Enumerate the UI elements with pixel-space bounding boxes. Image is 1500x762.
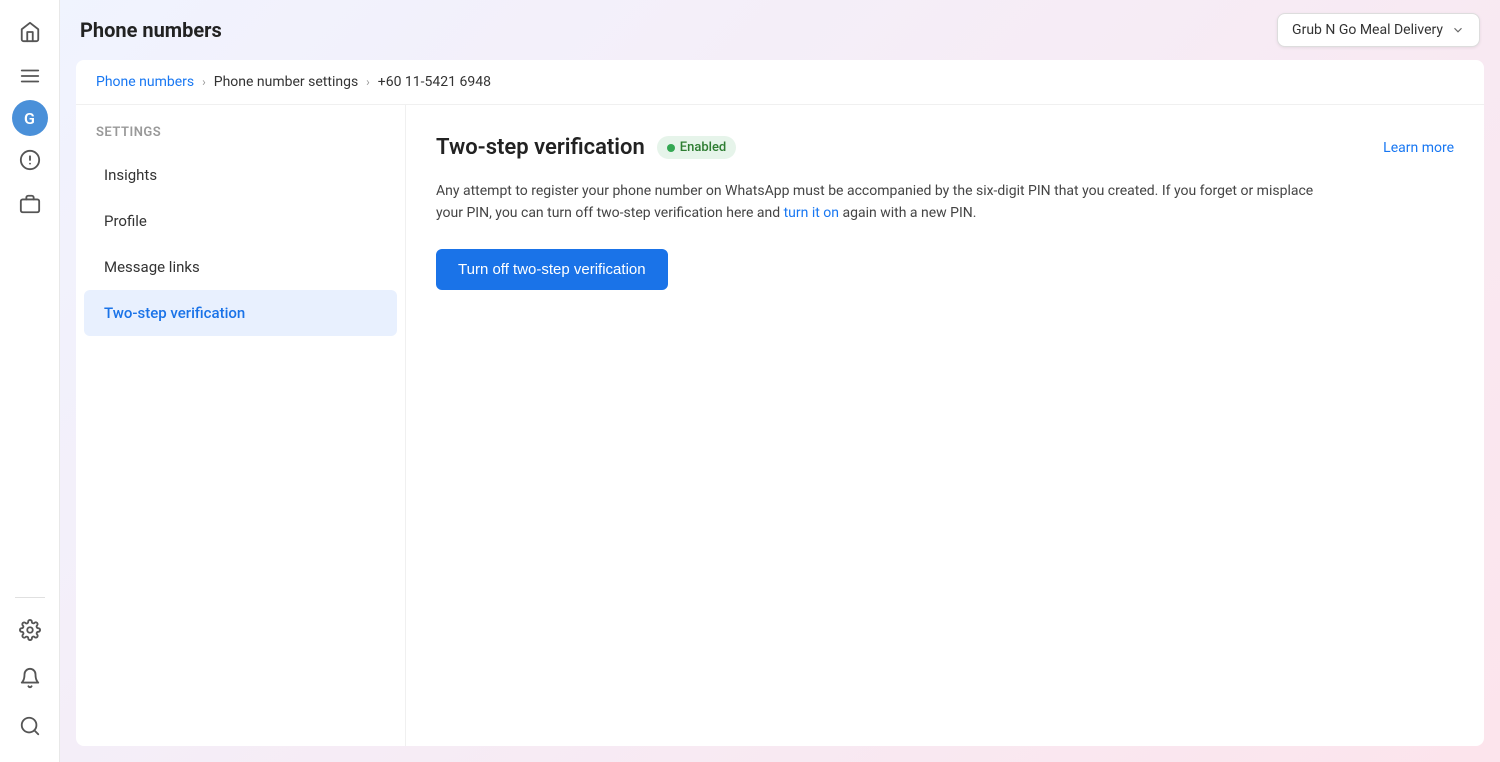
sidebar-item-message-links[interactable]: Message links xyxy=(84,244,397,290)
breadcrumb-phone-number: +60 11-5421 6948 xyxy=(378,74,491,90)
turn-off-button[interactable]: Turn off two-step verification xyxy=(436,249,668,290)
dropdown-arrow-icon xyxy=(1451,23,1465,37)
account-selector[interactable]: Grub N Go Meal Delivery xyxy=(1277,13,1480,47)
breadcrumb-sep-1: › xyxy=(202,75,206,89)
breadcrumb: Phone numbers › Phone number settings › … xyxy=(76,60,1484,105)
menu-icon[interactable] xyxy=(10,56,50,96)
settings-label: Settings xyxy=(76,125,405,152)
home-icon[interactable] xyxy=(10,12,50,52)
enabled-badge-text: Enabled xyxy=(680,140,727,155)
avatar[interactable]: G xyxy=(12,100,48,136)
learn-more-link[interactable]: Learn more xyxy=(1383,140,1454,156)
notifications-icon[interactable] xyxy=(10,658,50,698)
main-area: Phone numbers Grub N Go Meal Delivery Ph… xyxy=(60,0,1500,762)
turn-it-on-link[interactable]: turn it on xyxy=(784,205,839,221)
top-header: Phone numbers Grub N Go Meal Delivery xyxy=(60,0,1500,60)
content-panel: Two-step verification Enabled Learn more… xyxy=(406,105,1484,746)
content-wrapper: Phone numbers › Phone number settings › … xyxy=(60,60,1500,762)
analytics-icon[interactable] xyxy=(10,140,50,180)
briefcase-icon[interactable] xyxy=(10,184,50,224)
breadcrumb-phone-number-settings: Phone number settings xyxy=(214,74,358,90)
tsv-title: Two-step verification xyxy=(436,135,645,160)
enabled-badge: Enabled xyxy=(657,136,737,159)
page-title: Phone numbers xyxy=(80,18,222,42)
enabled-dot-icon xyxy=(667,144,675,152)
tsv-description-part2: again with a new PIN. xyxy=(839,205,976,221)
account-name: Grub N Go Meal Delivery xyxy=(1292,22,1443,38)
sidebar-item-insights[interactable]: Insights xyxy=(84,152,397,198)
tsv-header: Two-step verification Enabled Learn more xyxy=(436,135,1454,160)
left-sidebar: G xyxy=(0,0,60,762)
search-icon[interactable] xyxy=(10,706,50,746)
sidebar-item-profile[interactable]: Profile xyxy=(84,198,397,244)
breadcrumb-sep-2: › xyxy=(366,75,370,89)
tsv-title-row: Two-step verification Enabled xyxy=(436,135,736,160)
settings-icon[interactable] xyxy=(10,610,50,650)
main-panel: Settings Insights Profile Message links … xyxy=(76,105,1484,746)
breadcrumb-phone-numbers[interactable]: Phone numbers xyxy=(96,74,194,90)
settings-sidebar: Settings Insights Profile Message links … xyxy=(76,105,406,746)
sidebar-item-two-step-verification[interactable]: Two-step verification xyxy=(84,290,397,336)
tsv-description: Any attempt to register your phone numbe… xyxy=(436,180,1336,225)
sidebar-divider xyxy=(15,597,45,598)
